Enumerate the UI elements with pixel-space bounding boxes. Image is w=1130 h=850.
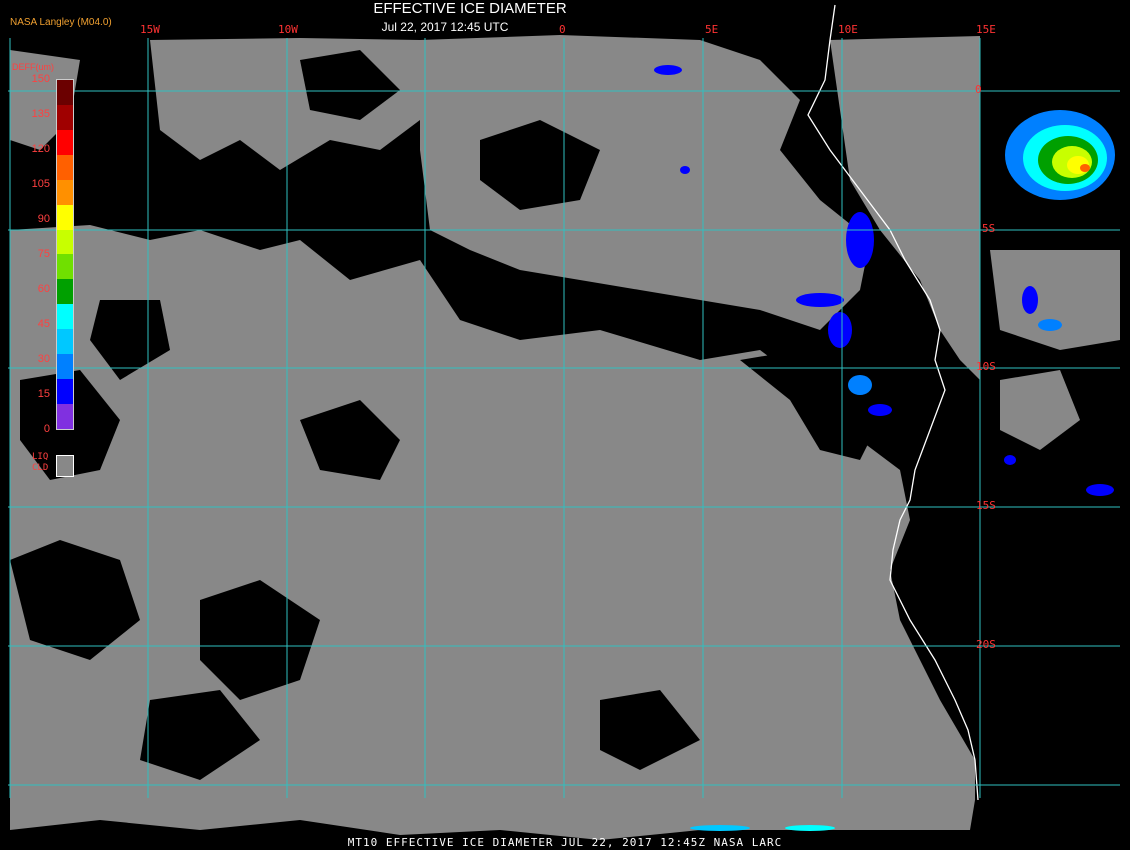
legend-color-swatch xyxy=(57,403,73,429)
footer-caption: MT10 EFFECTIVE ICE DIAMETER JUL 22, 2017… xyxy=(347,836,783,849)
legend-color-swatch xyxy=(57,229,73,255)
satellite-map xyxy=(0,0,1130,850)
legend-color-swatch xyxy=(57,104,73,130)
legend-tick: 15 xyxy=(37,388,50,400)
credit-label: NASA Langley (M04.0) xyxy=(10,17,112,28)
legend-color-swatch xyxy=(57,204,73,230)
legend-tick: 45 xyxy=(37,318,50,330)
lat-label-20s: 20S xyxy=(976,638,996,651)
legend-color-swatch xyxy=(57,179,73,205)
legend-color-swatch xyxy=(57,279,73,305)
map-title: EFFECTIVE ICE DIAMETER xyxy=(373,0,567,17)
lon-label-0: 0 xyxy=(559,23,566,36)
legend-color-swatch xyxy=(57,129,73,155)
legend-color-swatch xyxy=(57,379,73,404)
lat-label-5s: 5S xyxy=(982,222,996,235)
legend-color-swatch xyxy=(57,254,73,280)
legend-color-bar xyxy=(56,79,74,430)
legend-tick: 60 xyxy=(37,283,50,295)
liquid-cloud-label: LIQ CLD xyxy=(32,452,49,473)
legend-tick: 105 xyxy=(31,178,50,190)
lat-label-0: 0 xyxy=(975,83,982,96)
legend-tick: 75 xyxy=(37,248,50,260)
legend-color-swatch xyxy=(57,354,73,380)
legend-tick: 30 xyxy=(37,353,50,365)
legend-color-swatch xyxy=(57,304,73,330)
lon-label-15w: 15W xyxy=(140,23,160,36)
legend-tick: 135 xyxy=(31,108,50,120)
legend-tick: 0 xyxy=(43,423,50,435)
lon-label-10e: 10E xyxy=(838,23,858,36)
legend-tick: 120 xyxy=(31,143,50,155)
map-subtitle: Jul 22, 2017 12:45 UTC xyxy=(381,20,509,34)
legend-color-swatch xyxy=(57,80,73,105)
legend-tick: 150 xyxy=(31,73,50,85)
legend-color-swatch xyxy=(57,154,73,180)
lon-label-5e: 5E xyxy=(705,23,719,36)
lon-label-15e: 15E xyxy=(976,23,996,36)
legend-tick: 90 xyxy=(37,213,50,225)
lon-label-10w: 10W xyxy=(278,23,298,36)
legend-title: DEFF(um) xyxy=(12,62,54,72)
lat-label-10s: 10S xyxy=(976,360,996,373)
legend-color-swatch xyxy=(57,329,73,355)
lat-label-15s: 15S xyxy=(976,499,996,512)
liquid-cloud-swatch xyxy=(56,455,74,477)
